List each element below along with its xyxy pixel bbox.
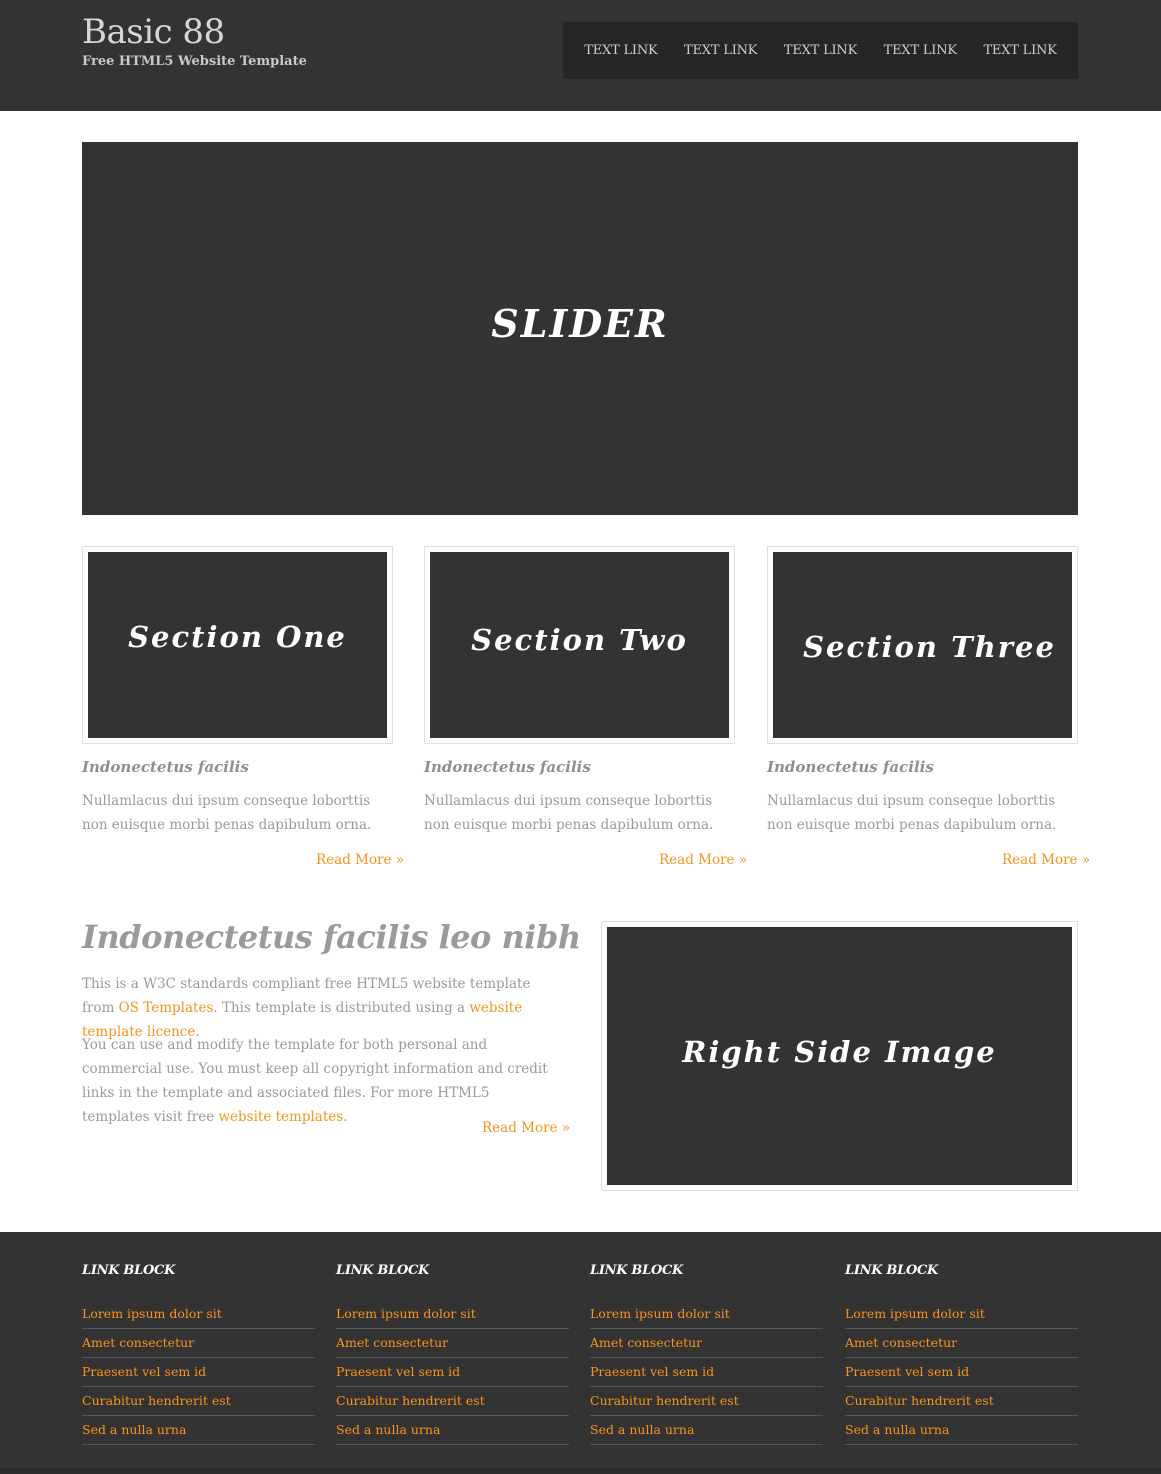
section-two-read-more[interactable]: Read More » (659, 852, 747, 868)
section-two-text: Nullamlacus dui ipsum conseque loborttis… (424, 793, 714, 833)
link-block-title: LINK BLOCK (82, 1263, 176, 1278)
section-one-read-more[interactable]: Read More » (316, 852, 404, 868)
website-templates-link[interactable]: website templates (218, 1109, 343, 1125)
footer-link[interactable]: Praesent vel sem id (845, 1364, 969, 1379)
footer-link[interactable]: Sed a nulla urna (336, 1422, 440, 1437)
footer-link[interactable]: Lorem ipsum dolor sit (336, 1306, 476, 1321)
list-item: Praesent vel sem id (82, 1359, 315, 1387)
list-item: Sed a nulla urna (336, 1417, 569, 1445)
footer-link[interactable]: Sed a nulla urna (590, 1422, 694, 1437)
list-item: Lorem ipsum dolor sit (336, 1301, 569, 1329)
section-three-read-more[interactable]: Read More » (1002, 852, 1090, 868)
list-item: Lorem ipsum dolor sit (590, 1301, 823, 1329)
footer-link[interactable]: Curabitur hendrerit est (82, 1393, 231, 1408)
top-navigation: TEXT LINK TEXT LINK TEXT LINK TEXT LINK … (563, 22, 1078, 79)
list-item: Lorem ipsum dolor sit (845, 1301, 1078, 1329)
list-item: Sed a nulla urna (845, 1417, 1078, 1445)
link-block-4: LINK BLOCK Lorem ipsum dolor sit Amet co… (845, 1261, 1078, 1446)
link-block-title: LINK BLOCK (845, 1263, 939, 1278)
copyright-bar (0, 1468, 1161, 1474)
nav-link-3[interactable]: TEXT LINK (784, 43, 857, 58)
list-item: Curabitur hendrerit est (590, 1388, 823, 1416)
list-item: Amet consectetur (590, 1330, 823, 1358)
footer-link[interactable]: Lorem ipsum dolor sit (590, 1306, 730, 1321)
intro-paragraph-2: You can use and modify the template for … (82, 1033, 552, 1129)
footer-link[interactable]: Curabitur hendrerit est (336, 1393, 485, 1408)
site-footer: LINK BLOCK Lorem ipsum dolor sit Amet co… (0, 1232, 1161, 1474)
link-block-1: LINK BLOCK Lorem ipsum dolor sit Amet co… (82, 1261, 315, 1446)
list-item: Praesent vel sem id (336, 1359, 569, 1387)
footer-link[interactable]: Amet consectetur (590, 1335, 702, 1350)
section-two-image-label: Section Two (471, 623, 688, 657)
footer-link[interactable]: Amet consectetur (336, 1335, 448, 1350)
link-block-2: LINK BLOCK Lorem ipsum dolor sit Amet co… (336, 1261, 569, 1446)
section-two-title: Indonectetus facilis (424, 758, 591, 776)
section-two-image: Section Two (424, 546, 735, 744)
list-item: Praesent vel sem id (590, 1359, 823, 1387)
section-three-image-label: Section Three (803, 630, 1056, 664)
list-item: Sed a nulla urna (82, 1417, 315, 1445)
section-one-image-label: Section One (128, 619, 347, 654)
footer-link[interactable]: Lorem ipsum dolor sit (82, 1306, 222, 1321)
footer-link[interactable]: Praesent vel sem id (336, 1364, 460, 1379)
footer-link[interactable]: Amet consectetur (82, 1335, 194, 1350)
list-item: Sed a nulla urna (590, 1417, 823, 1445)
section-one-text: Nullamlacus dui ipsum conseque loborttis… (82, 793, 372, 833)
section-one-title: Indonectetus facilis (82, 758, 249, 776)
slider[interactable]: SLIDER (82, 142, 1078, 515)
footer-link[interactable]: Sed a nulla urna (82, 1422, 186, 1437)
footer-link[interactable]: Praesent vel sem id (82, 1364, 206, 1379)
list-item: Curabitur hendrerit est (845, 1388, 1078, 1416)
section-one-image: Section One (82, 546, 393, 744)
nav-link-1[interactable]: TEXT LINK (584, 43, 657, 58)
intro-heading: Indonectetus facilis leo nibh (82, 918, 581, 956)
section-three-title: Indonectetus facilis (767, 758, 934, 776)
list-item: Praesent vel sem id (845, 1359, 1078, 1387)
footer-link[interactable]: Amet consectetur (845, 1335, 957, 1350)
site-title[interactable]: Basic 88 (82, 12, 225, 52)
link-block-title: LINK BLOCK (590, 1263, 684, 1278)
intro-p2-text-b: . (343, 1109, 348, 1125)
list-item: Amet consectetur (845, 1330, 1078, 1358)
nav-link-2[interactable]: TEXT LINK (684, 43, 757, 58)
footer-link[interactable]: Sed a nulla urna (845, 1422, 949, 1437)
intro-read-more[interactable]: Read More » (482, 1120, 570, 1136)
list-item: Curabitur hendrerit est (336, 1388, 569, 1416)
list-item: Lorem ipsum dolor sit (82, 1301, 315, 1329)
link-block-title: LINK BLOCK (336, 1263, 430, 1278)
footer-link[interactable]: Curabitur hendrerit est (590, 1393, 739, 1408)
os-templates-link[interactable]: OS Templates (119, 1000, 214, 1016)
right-side-image-label: Right Side Image (682, 1035, 997, 1069)
list-item: Amet consectetur (336, 1330, 569, 1358)
nav-link-4[interactable]: TEXT LINK (884, 43, 957, 58)
right-side-image: Right Side Image (601, 921, 1078, 1191)
footer-link[interactable]: Praesent vel sem id (590, 1364, 714, 1379)
slider-label: SLIDER (491, 301, 669, 346)
link-block-3: LINK BLOCK Lorem ipsum dolor sit Amet co… (590, 1261, 823, 1446)
site-subtitle: Free HTML5 Website Template (82, 54, 307, 69)
section-three-text: Nullamlacus dui ipsum conseque loborttis… (767, 793, 1057, 833)
section-three-image: Section Three (767, 546, 1078, 744)
footer-link[interactable]: Curabitur hendrerit est (845, 1393, 994, 1408)
list-item: Curabitur hendrerit est (82, 1388, 315, 1416)
intro-p1-text-b: . This template is distributed using a (213, 1000, 470, 1016)
footer-link[interactable]: Lorem ipsum dolor sit (845, 1306, 985, 1321)
site-header: Basic 88 Free HTML5 Website Template TEX… (0, 0, 1161, 111)
nav-link-5[interactable]: TEXT LINK (983, 43, 1056, 58)
list-item: Amet consectetur (82, 1330, 315, 1358)
